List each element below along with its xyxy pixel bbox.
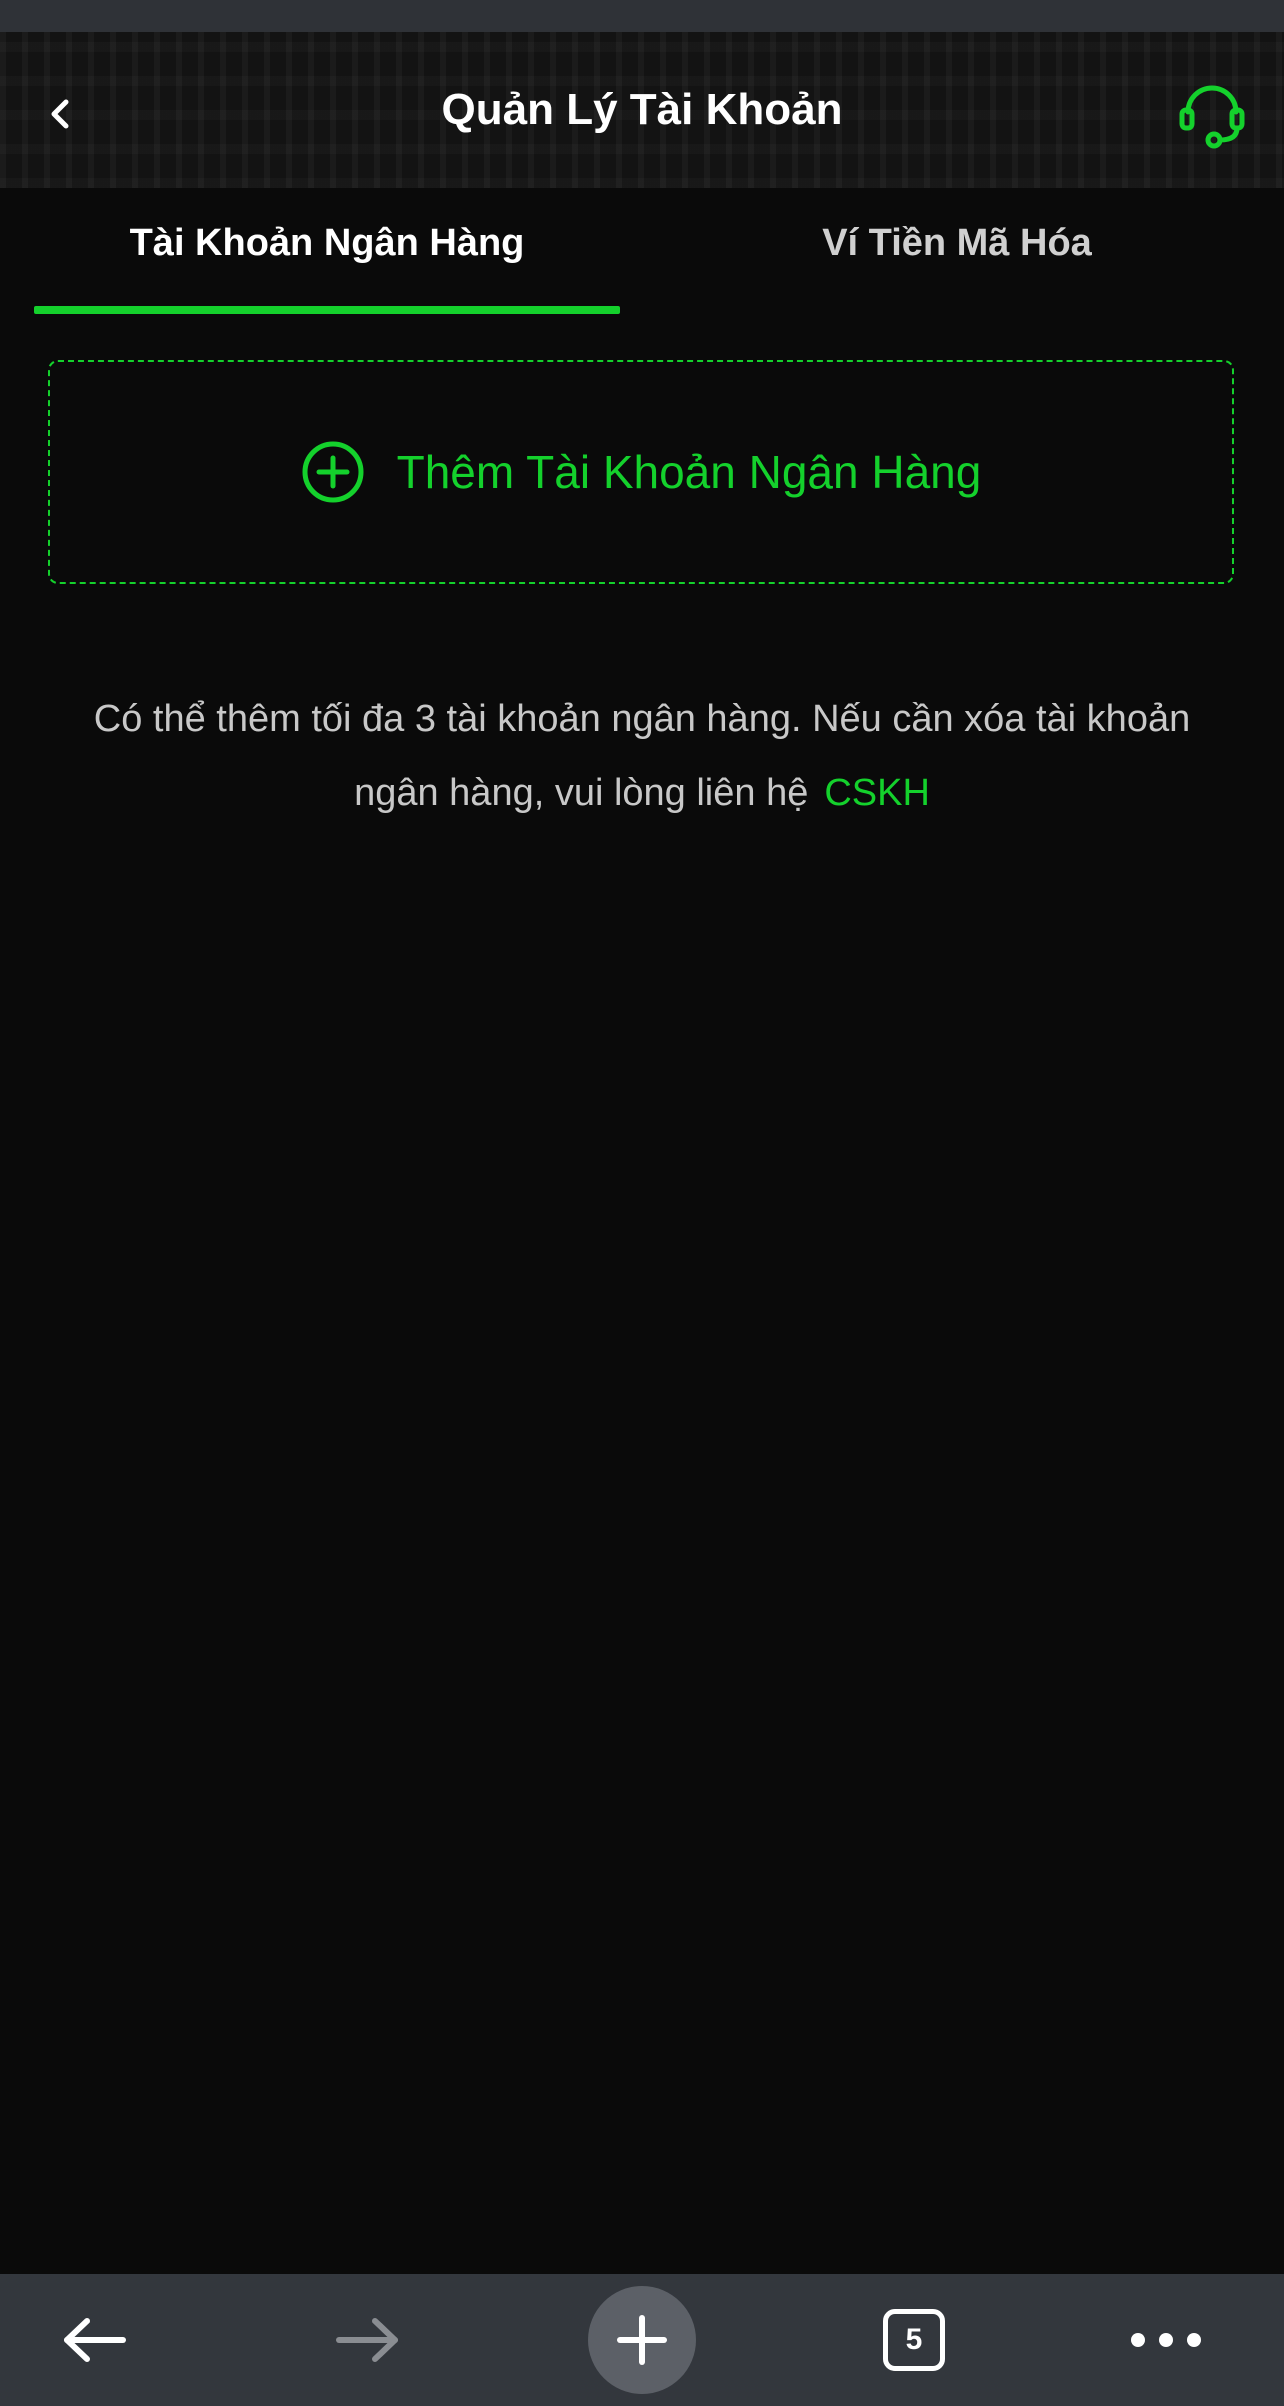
bank-limit-note-text: Có thể thêm tối đa 3 tài khoản ngân hàng… xyxy=(93,698,1191,814)
bank-limit-note: Có thể thêm tối đa 3 tài khoản ngân hàng… xyxy=(60,682,1224,830)
customer-support-link[interactable]: CSKH xyxy=(824,772,930,814)
status-strip xyxy=(0,0,1284,32)
account-tabs: Tài Khoản Ngân Hàng Ví Tiền Mã Hóa xyxy=(0,188,1284,318)
tab-count-badge: 5 xyxy=(883,2309,945,2371)
tab-bank-account-label: Tài Khoản Ngân Hàng xyxy=(129,222,525,264)
tab-bank-account[interactable]: Tài Khoản Ngân Hàng xyxy=(34,188,620,318)
tab-crypto-wallet[interactable]: Ví Tiền Mã Hóa xyxy=(664,188,1250,318)
browser-tabs-button[interactable]: 5 xyxy=(854,2274,974,2406)
browser-new-tab-button[interactable] xyxy=(588,2286,696,2394)
arrow-right-icon xyxy=(336,2318,398,2362)
browser-menu-button[interactable] xyxy=(1106,2274,1226,2406)
tab-crypto-wallet-label: Ví Tiền Mã Hóa xyxy=(822,222,1092,264)
browser-back-button[interactable] xyxy=(34,2274,154,2406)
plus-circle-icon xyxy=(302,441,364,503)
page-header: Quản Lý Tài Khoản xyxy=(0,32,1284,188)
browser-bottom-bar: 5 xyxy=(0,2274,1284,2406)
customer-support-button[interactable] xyxy=(1172,74,1252,154)
add-bank-account-label: Thêm Tài Khoản Ngân Hàng xyxy=(396,446,982,498)
more-horizontal-icon xyxy=(1131,2333,1201,2347)
headset-icon xyxy=(1179,85,1245,149)
arrow-left-icon xyxy=(64,2318,126,2362)
page-title: Quản Lý Tài Khoản xyxy=(441,85,843,134)
plus-icon xyxy=(617,2315,667,2365)
browser-forward-button[interactable] xyxy=(308,2274,428,2406)
active-tab-indicator xyxy=(34,306,620,314)
add-bank-account-button[interactable]: Thêm Tài Khoản Ngân Hàng xyxy=(48,360,1234,584)
